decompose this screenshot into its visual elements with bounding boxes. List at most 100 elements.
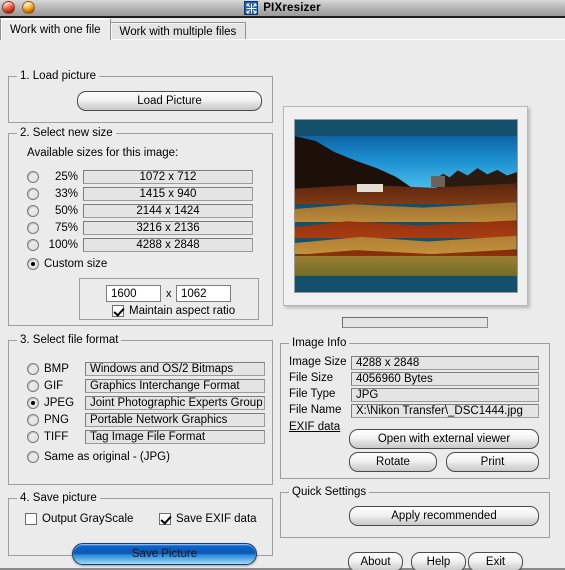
radio-same-as-original-row[interactable]: Same as original - (JPG) (27, 451, 170, 463)
file-size-label: File Size (289, 372, 334, 384)
group-select-new-size: 2. Select new size Available sizes for t… (8, 127, 273, 326)
save-exif-data-checkbox[interactable] (159, 513, 171, 525)
tab-work-with-one-file[interactable]: Work with one file (0, 18, 111, 40)
format-name-label: JPEG (44, 397, 75, 409)
tab-label: Work with multiple files (119, 25, 237, 38)
group-legend: Image Info (289, 337, 350, 349)
button-label: Rotate (376, 456, 410, 468)
output-grayscale-row[interactable]: Output GrayScale (25, 513, 133, 525)
file-type-value: JPG (351, 388, 539, 402)
size-dimensions-field: 2144 x 1424 (83, 204, 253, 218)
radio-size-100[interactable] (27, 239, 39, 251)
format-option-row[interactable]: JPEG Joint Photographic Experts Group (27, 396, 267, 410)
exif-data-link[interactable]: EXIF data (289, 421, 340, 433)
image-size-label: Image Size (289, 356, 347, 368)
progress-bar (342, 317, 488, 328)
image-preview-frame (283, 106, 528, 306)
format-name-label: PNG (44, 414, 69, 426)
format-description-field: Joint Photographic Experts Group (85, 396, 265, 410)
save-picture-button[interactable]: Save Picture (72, 543, 257, 565)
maintain-aspect-ratio-label: Maintain aspect ratio (129, 305, 236, 317)
size-percent-label: 25% (54, 171, 78, 183)
title-bar: PIXresizer (0, 0, 565, 18)
button-label: Save Picture (131, 548, 198, 560)
tab-label: Work with one file (10, 23, 101, 36)
size-option-row[interactable]: 50% 2144 x 1424 (27, 204, 259, 218)
save-exif-data-row[interactable]: Save EXIF data (159, 513, 257, 525)
button-label: About (360, 556, 391, 568)
size-dimensions-field: 1415 x 940 (83, 187, 253, 201)
radio-format-gif[interactable] (27, 380, 39, 392)
radio-format-jpeg[interactable] (27, 397, 39, 409)
format-option-row[interactable]: GIF Graphics Interchange Format (27, 379, 267, 393)
format-description-field: Tag Image File Format (85, 430, 265, 444)
radio-format-png[interactable] (27, 414, 39, 426)
size-percent-label: 75% (54, 222, 78, 234)
custom-size-label: Custom size (44, 258, 108, 270)
close-button[interactable] (2, 0, 15, 14)
radio-size-50[interactable] (27, 205, 39, 217)
title-bar-center: PIXresizer (0, 0, 565, 16)
format-option-row[interactable]: BMP Windows and OS/2 Bitmaps (27, 362, 267, 376)
group-select-file-format: 3. Select file format BMP Windows and OS… (8, 334, 273, 485)
open-with-external-viewer-button[interactable]: Open with external viewer (349, 429, 539, 449)
exit-button[interactable]: Exit (468, 552, 523, 570)
radio-custom-size-row[interactable]: Custom size (27, 258, 107, 270)
format-description-field: Portable Network Graphics (85, 413, 265, 427)
tab-work-with-multiple-files[interactable]: Work with multiple files (109, 22, 247, 40)
size-option-row[interactable]: 100% 4288 x 2848 (27, 238, 259, 252)
radio-size-25[interactable] (27, 171, 39, 183)
format-name-label: BMP (44, 363, 69, 375)
size-option-row[interactable]: 25% 1072 x 712 (27, 170, 259, 184)
output-grayscale-checkbox[interactable] (25, 513, 37, 525)
tab-strip: Work with one file Work with multiple fi… (0, 18, 565, 40)
radio-format-tiff[interactable] (27, 431, 39, 443)
size-dimensions-field: 1072 x 712 (83, 170, 253, 184)
maintain-aspect-ratio-row[interactable]: Maintain aspect ratio (112, 305, 235, 317)
tab-content-panel: 1. Load picture Load Picture 2. Select n… (0, 40, 565, 570)
format-description-field: Windows and OS/2 Bitmaps (85, 362, 265, 376)
size-percent-label: 33% (54, 188, 78, 200)
file-size-value: 4056960 Bytes (351, 372, 539, 386)
format-name-label: TIFF (44, 431, 69, 443)
format-option-row[interactable]: TIFF Tag Image File Format (27, 430, 267, 444)
group-legend: 3. Select file format (17, 334, 122, 346)
size-percent-label: 100% (48, 239, 78, 251)
dimension-separator: x (166, 288, 172, 300)
radio-custom-size[interactable] (27, 258, 39, 270)
minimize-button[interactable] (22, 0, 35, 14)
file-name-label: File Name (289, 404, 342, 416)
group-legend: Quick Settings (289, 486, 370, 498)
size-percent-label: 50% (54, 205, 78, 217)
size-option-row[interactable]: 33% 1415 x 940 (27, 187, 259, 201)
button-label: Apply recommended (391, 510, 497, 522)
pixresizer-window: PIXresizer Work with one file Work with … (0, 0, 565, 570)
group-load-picture: 1. Load picture Load Picture (8, 70, 273, 123)
button-label: Help (426, 556, 451, 568)
custom-height-input[interactable]: 1062 (176, 285, 231, 302)
window-title: PIXresizer (263, 2, 321, 14)
custom-size-panel: 1600 x 1062 Maintain aspect ratio (79, 278, 259, 320)
radio-same-as-original[interactable] (27, 451, 39, 463)
save-exif-data-label: Save EXIF data (176, 513, 257, 525)
print-button[interactable]: Print (446, 452, 539, 472)
radio-format-bmp[interactable] (27, 363, 39, 375)
rotate-button[interactable]: Rotate (349, 452, 437, 472)
file-name-value: X:\Nikon Transfer\_DSC1444.jpg (351, 404, 539, 418)
size-dimensions-field: 4288 x 2848 (83, 238, 253, 252)
size-option-row[interactable]: 75% 3216 x 2136 (27, 221, 259, 235)
radio-size-75[interactable] (27, 222, 39, 234)
maintain-aspect-ratio-checkbox[interactable] (112, 305, 124, 317)
load-picture-button[interactable]: Load Picture (77, 91, 262, 111)
image-size-value: 4288 x 2848 (351, 356, 539, 370)
help-button[interactable]: Help (411, 552, 466, 570)
custom-width-input[interactable]: 1600 (106, 285, 161, 302)
available-sizes-label: Available sizes for this image: (27, 147, 179, 159)
radio-size-33[interactable] (27, 188, 39, 200)
apply-recommended-button[interactable]: Apply recommended (349, 506, 539, 526)
about-button[interactable]: About (348, 552, 403, 570)
size-dimensions-field: 3216 x 2136 (83, 221, 253, 235)
button-label: Print (480, 456, 505, 468)
format-option-row[interactable]: PNG Portable Network Graphics (27, 413, 267, 427)
image-preview[interactable] (293, 119, 518, 293)
